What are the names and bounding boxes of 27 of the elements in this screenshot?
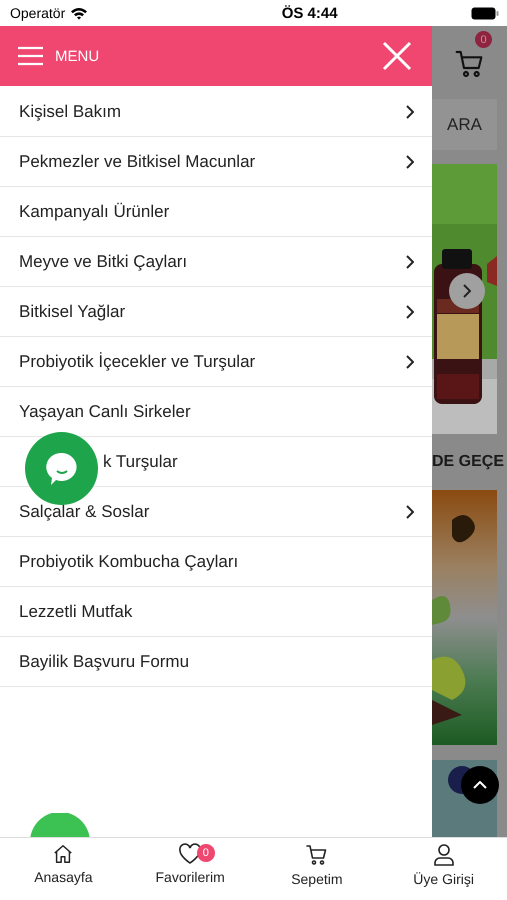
count-badge: 0 [196,844,215,862]
menu-item[interactable]: Bitkisel Yağlar [0,287,432,337]
battery-icon [471,6,499,20]
home-icon [52,843,74,865]
heart-icon [178,843,202,865]
clock-time: ÖS 4:44 [282,4,338,22]
nav-tab[interactable]: Anasayfa [0,838,127,900]
menu-item[interactable]: Pekmezler ve Bitkisel Macunlar [0,137,432,187]
nav-tab[interactable]: Üye Girişi [380,838,507,900]
cart-icon[interactable] [304,843,329,867]
carrier-name: Operatör [10,5,66,21]
speech-bubble-icon [44,450,78,486]
nav-tab[interactable]: Favorilerim 0 [126,838,254,900]
menu-item[interactable]: Kişisel Bakım [0,87,432,137]
menu-item[interactable]: Probiyotik İçecekler ve Turşular [0,337,432,387]
close-icon[interactable] [382,41,412,71]
menu-title: MENU [55,48,100,64]
nav-tab[interactable]: Sepetim [254,838,380,900]
person-icon [432,843,455,867]
menu-icon[interactable] [18,46,43,66]
chevron-icon [473,781,487,789]
wifi-icon [70,6,88,20]
cart-badge: 0 [475,31,492,48]
search-button[interactable]: ARA [432,98,497,150]
chevron-icon [463,284,471,298]
section-heading: DE GEÇE [432,453,504,472]
menu-item[interactable]: Meyve ve Bitki Çayları [0,237,432,287]
